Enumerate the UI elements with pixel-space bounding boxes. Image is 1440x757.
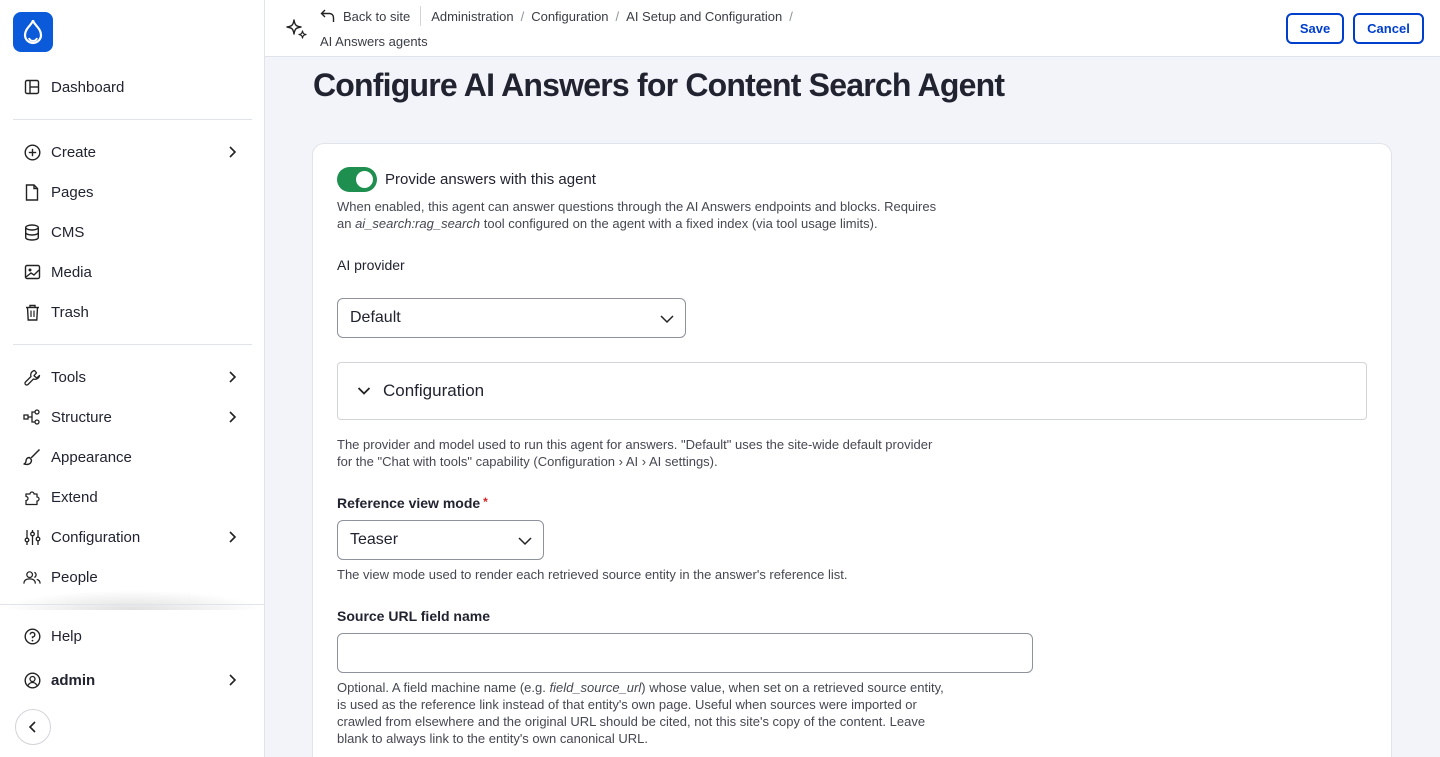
- page-icon: [23, 183, 41, 201]
- cancel-button[interactable]: Cancel: [1353, 13, 1424, 44]
- drupal-logo[interactable]: [13, 12, 53, 52]
- breadcrumb-current: AI Answers agents: [320, 34, 428, 49]
- chevron-right-icon: [229, 146, 237, 158]
- plus-circle-icon: [23, 143, 41, 161]
- chevron-down-icon: [518, 537, 532, 546]
- source-url-label: Source URL field name: [337, 608, 491, 624]
- sidebar-item-label: Appearance: [51, 448, 132, 466]
- inline-code: ai_search:rag_search: [355, 216, 481, 231]
- details-summary: Configuration: [383, 381, 485, 400]
- sidebar-item-people[interactable]: People: [13, 561, 252, 593]
- sidebar-item-trash[interactable]: Trash: [13, 296, 252, 328]
- chevron-right-icon: [229, 371, 237, 383]
- sidebar-item-label: Configuration: [51, 528, 141, 546]
- sidebar-item-structure[interactable]: Structure: [13, 401, 252, 433]
- sidebar-item-media[interactable]: Media: [13, 256, 252, 288]
- provide-answers-toggle[interactable]: [337, 167, 377, 192]
- sidebar-scroll-shadow: [0, 590, 264, 610]
- trash-icon: [23, 303, 41, 321]
- sidebar: Dashboard Create Pages CMS Media Trash T…: [0, 0, 265, 757]
- sidebar-item-label: Trash: [51, 303, 89, 321]
- sidebar-item-label: Create: [51, 143, 97, 161]
- breadcrumb: Back to site Administration / Configurat…: [320, 6, 800, 49]
- sidebar-item-help[interactable]: Help: [13, 620, 252, 652]
- dashboard-icon: [23, 78, 41, 96]
- brush-icon: [23, 448, 41, 466]
- sidebar-divider: [0, 604, 264, 605]
- provider-description: The provider and model used to run this …: [337, 437, 933, 469]
- collapse-sidebar-button[interactable]: [15, 709, 51, 745]
- sidebar-item-dashboard[interactable]: Dashboard: [13, 71, 252, 103]
- wrench-icon: [23, 368, 41, 386]
- back-to-site-link[interactable]: Back to site: [320, 9, 410, 24]
- back-arrow-icon: [320, 9, 335, 22]
- toggle-label: Provide answers with this agent: [385, 171, 596, 188]
- sidebar-item-appearance[interactable]: Appearance: [13, 441, 252, 473]
- sidebar-item-pages[interactable]: Pages: [13, 176, 252, 208]
- chevron-right-icon: [229, 674, 237, 686]
- sidebar-item-admin[interactable]: admin: [13, 664, 252, 696]
- sliders-icon: [23, 528, 41, 546]
- page-title: Configure AI Answers for Content Search …: [313, 67, 1005, 103]
- ai-provider-select[interactable]: Default: [337, 298, 686, 338]
- sidebar-item-label: People: [51, 568, 98, 586]
- chevron-down-icon: [357, 387, 371, 395]
- toggle-description: When enabled, this agent can answer ques…: [337, 199, 937, 231]
- sidebar-item-label: Extend: [51, 488, 98, 506]
- view-mode-select[interactable]: Teaser: [337, 520, 544, 560]
- sidebar-item-label: Dashboard: [51, 78, 125, 96]
- sidebar-item-tools[interactable]: Tools: [13, 361, 252, 393]
- source-url-description: Optional. A field machine name (e.g. fie…: [337, 680, 944, 746]
- sidebar-item-create[interactable]: Create: [13, 136, 252, 168]
- people-icon: [23, 568, 41, 586]
- sidebar-item-configuration[interactable]: Configuration: [13, 521, 252, 553]
- help-icon: [23, 627, 41, 645]
- sidebar-item-label: Help: [51, 627, 82, 645]
- breadcrumb-link[interactable]: Configuration: [531, 9, 608, 24]
- source-url-field[interactable]: [337, 633, 1033, 673]
- sidebar-item-label: CMS: [51, 223, 85, 241]
- chevron-down-icon: [660, 315, 674, 324]
- toggle-knob: [356, 171, 373, 188]
- breadcrumb-link[interactable]: AI Setup and Configuration: [626, 9, 782, 24]
- image-icon: [23, 263, 41, 281]
- puzzle-icon: [23, 488, 41, 506]
- save-button[interactable]: Save: [1286, 13, 1344, 44]
- database-icon: [23, 223, 41, 241]
- sidebar-divider: [13, 344, 252, 345]
- breadcrumb-divider: [420, 6, 422, 26]
- sidebar-item-label: Media: [51, 263, 92, 281]
- inline-code: field_source_url: [549, 680, 642, 695]
- sidebar-item-label: Tools: [51, 368, 87, 386]
- user-icon: [23, 671, 41, 689]
- ai-provider-label: AI provider: [337, 257, 405, 273]
- view-mode-description: The view mode used to render each retrie…: [337, 567, 848, 582]
- sidebar-item-extend[interactable]: Extend: [13, 481, 252, 513]
- required-marker: *: [483, 495, 488, 509]
- sidebar-item-label: admin: [51, 671, 96, 689]
- sidebar-item-label: Structure: [51, 408, 112, 426]
- chevron-right-icon: [229, 531, 237, 543]
- sidebar-item-label: Pages: [51, 183, 94, 201]
- sidebar-item-cms[interactable]: CMS: [13, 216, 252, 248]
- sparkle-icon: [286, 19, 307, 39]
- sidebar-divider: [13, 119, 252, 120]
- structure-icon: [23, 408, 41, 426]
- chevron-left-icon: [28, 721, 36, 733]
- breadcrumb-link[interactable]: Administration: [431, 9, 513, 24]
- view-mode-label: Reference view mode *: [337, 495, 488, 511]
- configuration-details[interactable]: Configuration: [337, 362, 1367, 420]
- chevron-right-icon: [229, 411, 237, 423]
- top-bar: Back to site Administration / Configurat…: [265, 0, 1440, 57]
